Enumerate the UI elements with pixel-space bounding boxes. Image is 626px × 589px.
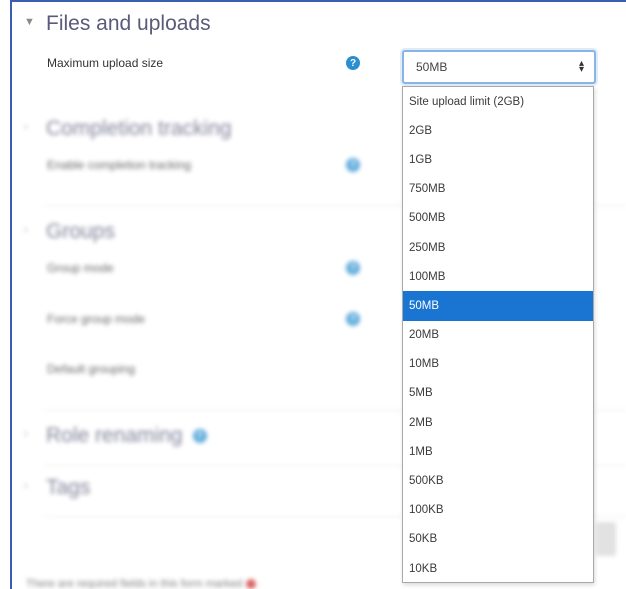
section-title-groups: Groups — [46, 220, 115, 243]
help-question-icon[interactable]: ? — [346, 56, 360, 70]
dropdown-option[interactable]: 250MB — [403, 233, 593, 262]
section-title-completion: Completion tracking — [46, 117, 232, 140]
max-upload-size-label: Maximum upload size — [47, 56, 164, 70]
section-tags-toggle[interactable]: › Tags — [24, 476, 90, 500]
form-frame-left-border — [10, 0, 12, 589]
form-frame-top-border — [10, 0, 626, 2]
dropdown-option[interactable]: 2GB — [403, 116, 593, 145]
chevron-down-icon: ▼ — [24, 16, 35, 28]
section-title-roles: Role renaming — [46, 424, 183, 447]
dropdown-option[interactable]: 50KB — [403, 525, 593, 554]
help-question-icon[interactable]: ? — [346, 158, 360, 172]
dropdown-option[interactable]: 1GB — [403, 145, 593, 174]
dropdown-option[interactable]: 500KB — [403, 466, 593, 495]
help-question-icon[interactable]: ? — [192, 429, 207, 443]
dropdown-option[interactable]: 10KB — [403, 554, 593, 583]
help-question-icon[interactable]: ? — [346, 312, 360, 326]
force-group-mode-label: Force group mode — [47, 312, 146, 326]
select-value: 50MB — [416, 60, 448, 74]
section-title-files: Files and uploads — [46, 12, 211, 35]
group-mode-label: Group mode — [47, 261, 114, 275]
dropdown-option[interactable]: 1MB — [403, 437, 593, 466]
chevron-right-icon: › — [24, 480, 28, 492]
dropdown-option[interactable]: 50MB — [403, 291, 593, 321]
dropdown-option[interactable]: 750MB — [403, 175, 593, 204]
chevron-right-icon: › — [24, 224, 28, 236]
cancel-button[interactable] — [596, 522, 616, 556]
dropdown-option[interactable]: 20MB — [403, 321, 593, 350]
dropdown-option[interactable]: Site upload limit (2GB) — [403, 87, 593, 116]
section-files-uploads-toggle[interactable]: ▼ Files and uploads — [24, 12, 211, 36]
max-upload-size-select[interactable]: 50MB ▴ ▾ — [402, 50, 596, 84]
required-marker-icon — [246, 579, 257, 589]
dropdown-option[interactable]: 10MB — [403, 350, 593, 379]
dropdown-option[interactable]: 100MB — [403, 262, 593, 291]
chevron-right-icon: › — [24, 121, 28, 133]
section-groups-toggle[interactable]: › Groups — [24, 220, 115, 244]
upload-size-dropdown-list[interactable]: Site upload limit (2GB) 2GB 1GB 750MB 500MB 2… — [402, 86, 594, 583]
default-grouping-label: Default grouping — [47, 362, 136, 376]
enable-completion-label: Enable completion tracking — [47, 158, 192, 172]
section-title-tags: Tags — [46, 476, 91, 499]
dropdown-option[interactable]: 2MB — [403, 408, 593, 437]
help-question-icon[interactable]: ? — [346, 261, 360, 275]
dropdown-option[interactable]: 500MB — [403, 204, 593, 233]
select-arrows-icon: ▴ ▾ — [578, 58, 584, 75]
dropdown-option[interactable]: 100KB — [403, 496, 593, 525]
section-completion-toggle[interactable]: › Completion tracking — [24, 117, 232, 141]
required-fields-note: There are required fields in this form m… — [26, 578, 257, 589]
section-role-renaming-toggle[interactable]: › Role renaming ? — [24, 424, 207, 448]
dropdown-option[interactable]: 5MB — [403, 379, 593, 408]
chevron-right-icon: › — [24, 428, 28, 440]
